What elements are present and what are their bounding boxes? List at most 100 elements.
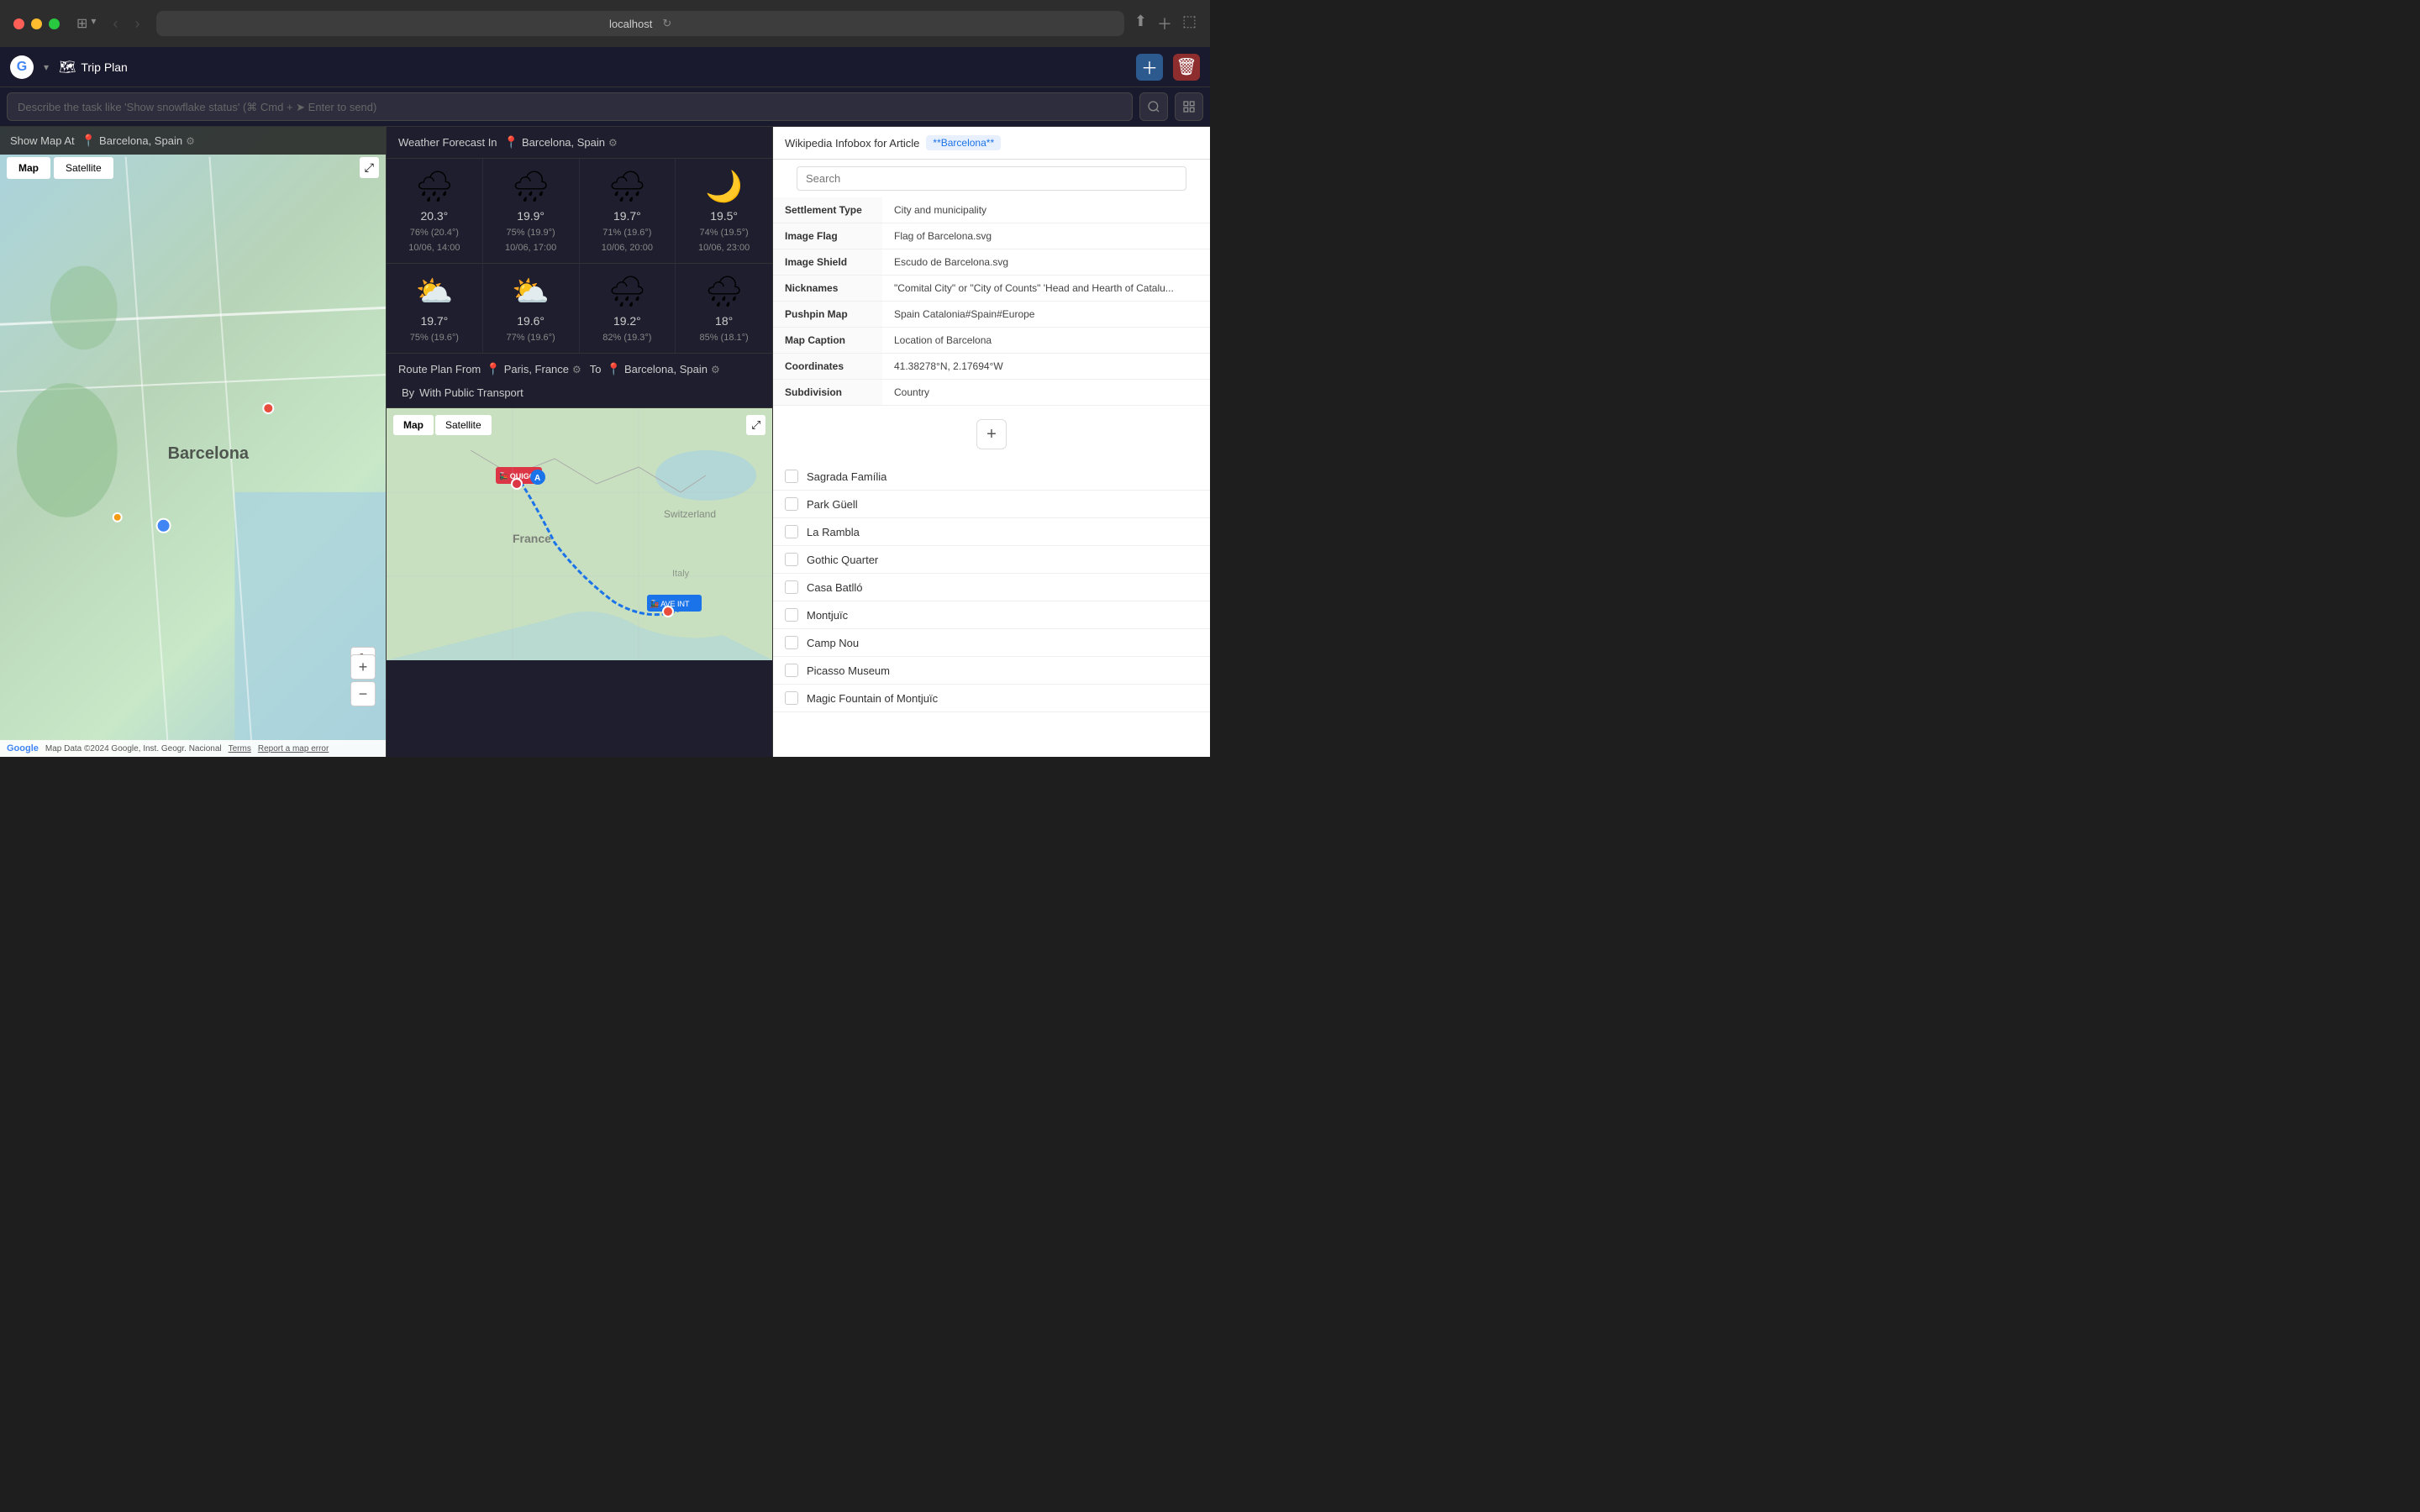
weather-grid-row2: ⛅ 19.7° 75% (19.6°) ⛅ 19.6° 77% (19.6°) … <box>387 264 772 354</box>
weather-humidity-4: 75% (19.6°) <box>410 333 459 343</box>
wiki-add-button[interactable]: + <box>976 419 1007 449</box>
attraction-checkbox-7[interactable] <box>785 664 798 677</box>
attraction-item-6[interactable]: Camp Nou <box>773 629 1210 657</box>
weather-settings-icon[interactable]: ⚙ <box>608 137 618 149</box>
weather-temp-4: 19.7° <box>420 314 448 328</box>
close-button[interactable] <box>13 18 24 29</box>
weather-icon-1: 🌧 <box>512 169 550 204</box>
attraction-checkbox-4[interactable] <box>785 580 798 594</box>
weather-cell-5: ⛅ 19.6° 77% (19.6°) <box>483 264 580 353</box>
browser-chrome: ⊞ ▾ ‹ › localhost ↻ ⬆ ＋ ⬚ <box>0 0 1210 47</box>
attraction-name-3: Gothic Quarter <box>807 554 878 566</box>
search-button[interactable] <box>1139 92 1168 121</box>
forward-button[interactable]: › <box>128 13 146 34</box>
address-bar[interactable]: localhost ↻ <box>156 11 1123 36</box>
wiki-value-7: Country <box>882 380 1210 406</box>
wiki-key-0: Settlement Type <box>773 197 882 223</box>
map-copyright: Map Data ©2024 Google, Inst. Geogr. Naci… <box>45 744 222 753</box>
weather-time-2: 10/06, 20:00 <box>602 243 653 253</box>
route-to-location: 📍 Barcelona, Spain ⚙ <box>607 362 720 376</box>
weather-humidity-1: 75% (19.9°) <box>507 228 555 238</box>
attraction-checkbox-6[interactable] <box>785 636 798 649</box>
map-location: 📍 Barcelona, Spain ⚙ <box>82 134 195 148</box>
map-tab-satellite[interactable]: Satellite <box>54 157 113 179</box>
route-tab-satellite[interactable]: Satellite <box>435 415 492 435</box>
attraction-item-8[interactable]: Magic Fountain of Montjuïc <box>773 685 1210 712</box>
route-map-svg: 🚂 OUIGO A 🚂 AVE INT France Switzerland I… <box>387 408 772 660</box>
attraction-item-0[interactable]: Sagrada Família <box>773 463 1210 491</box>
attraction-checkbox-8[interactable] <box>785 691 798 705</box>
map-location-settings[interactable]: ⚙ <box>186 135 195 147</box>
attraction-name-4: Casa Batlló <box>807 581 862 594</box>
route-mode-text: With Public Transport <box>419 386 523 399</box>
attraction-item-7[interactable]: Picasso Museum <box>773 657 1210 685</box>
attraction-item-4[interactable]: Casa Batlló <box>773 574 1210 601</box>
route-from-settings[interactable]: ⚙ <box>572 364 581 375</box>
back-button[interactable]: ‹ <box>106 13 124 34</box>
refresh-button[interactable]: ↻ <box>662 17 671 30</box>
route-from-pin: 📍 <box>486 362 500 376</box>
map-background: Barcelona <box>0 127 386 757</box>
new-tab-button[interactable]: ＋ <box>1157 13 1172 34</box>
minimize-button[interactable] <box>31 18 42 29</box>
weather-pin-icon: 📍 <box>504 135 518 150</box>
weather-humidity-5: 77% (19.6°) <box>507 333 555 343</box>
attraction-name-0: Sagrada Família <box>807 470 886 483</box>
wiki-search-container <box>773 160 1210 197</box>
app-title-icon: 🗺 <box>59 59 76 76</box>
route-tab-map[interactable]: Map <box>393 415 434 435</box>
app-logo-dropdown[interactable]: ▾ <box>44 61 49 73</box>
map-tab-map[interactable]: Map <box>7 157 50 179</box>
attraction-item-5[interactable]: Montjuïc <box>773 601 1210 629</box>
route-map-expand[interactable]: ⤢ <box>746 415 765 435</box>
attraction-item-2[interactable]: La Rambla <box>773 518 1210 546</box>
wiki-key-3: Nicknames <box>773 276 882 302</box>
extensions-button[interactable]: ⬚ <box>1182 13 1197 34</box>
attraction-checkbox-1[interactable] <box>785 497 798 511</box>
add-panel-button[interactable]: ＋ <box>1136 54 1163 81</box>
attraction-checkbox-2[interactable] <box>785 525 798 538</box>
route-to-settings[interactable]: ⚙ <box>711 364 720 375</box>
weather-humidity-2: 71% (19.6°) <box>602 228 651 238</box>
map-zoom-in[interactable]: + <box>350 654 376 680</box>
wiki-row-2: Image Shield Escudo de Barcelona.svg <box>773 249 1210 276</box>
wiki-infobox-table: Settlement Type City and municipality Im… <box>773 197 1210 406</box>
weather-temp-7: 18° <box>715 314 733 328</box>
maximize-button[interactable] <box>49 18 60 29</box>
wiki-search-input[interactable] <box>797 166 1186 191</box>
route-from-location: 📍 Paris, France ⚙ <box>486 362 581 376</box>
wiki-row-3: Nicknames "Comital City" or "City of Cou… <box>773 276 1210 302</box>
attraction-item-1[interactable]: Park Güell <box>773 491 1210 518</box>
map-svg: Barcelona <box>0 127 386 757</box>
wiki-attractions-list: Sagrada Família Park Güell La Rambla Got… <box>773 463 1210 712</box>
map-expand-button[interactable]: ⤢ <box>360 157 379 178</box>
weather-icon-2: 🌧 <box>608 169 647 204</box>
map-terms[interactable]: Terms <box>229 744 251 753</box>
map-report[interactable]: Report a map error <box>258 744 329 753</box>
wiki-key-5: Map Caption <box>773 328 882 354</box>
settings-button[interactable] <box>1175 92 1203 121</box>
wiki-key-4: Pushpin Map <box>773 302 882 328</box>
weather-cell-0: 🌧 20.3° 76% (20.4°) 10/06, 14:00 <box>387 159 483 263</box>
command-input[interactable] <box>7 92 1133 121</box>
delete-panel-button[interactable]: 🗑 <box>1173 54 1200 81</box>
weather-icon-7: 🌧 <box>705 274 744 309</box>
weather-temp-2: 19.7° <box>613 209 641 223</box>
sidebar-toggle[interactable]: ⊞ ▾ <box>76 15 96 32</box>
wiki-value-6: 41.38278°N, 2.17694°W <box>882 354 1210 380</box>
app-logo: G <box>10 55 34 79</box>
app-toolbar: G ▾ 🗺 Trip Plan ＋ 🗑 <box>0 47 1210 87</box>
attraction-checkbox-3[interactable] <box>785 553 798 566</box>
route-by-label: By <box>402 386 414 399</box>
wiki-header-label: Wikipedia Infobox for Article <box>785 137 919 150</box>
route-map-bg: 🚂 OUIGO A 🚂 AVE INT France Switzerland I… <box>387 408 772 660</box>
attraction-checkbox-5[interactable] <box>785 608 798 622</box>
route-plan-label: Route Plan From <box>398 363 481 375</box>
attraction-item-3[interactable]: Gothic Quarter <box>773 546 1210 574</box>
wiki-value-1: Flag of Barcelona.svg <box>882 223 1210 249</box>
map-tabs: Map Satellite <box>7 157 113 179</box>
map-zoom-out[interactable]: − <box>350 681 376 706</box>
route-header: Route Plan From 📍 Paris, France ⚙ To 📍 B… <box>387 354 772 408</box>
attraction-checkbox-0[interactable] <box>785 470 798 483</box>
share-button[interactable]: ⬆ <box>1134 13 1147 34</box>
